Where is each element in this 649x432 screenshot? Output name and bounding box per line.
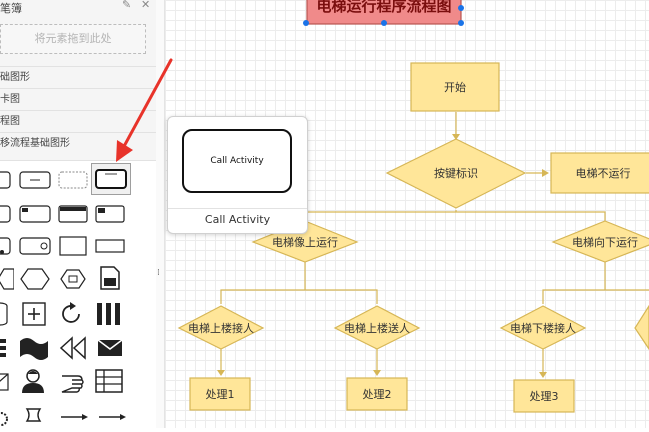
shape-wide-rectangle[interactable]	[94, 235, 126, 257]
shape-hexagon-partial[interactable]	[0, 267, 14, 291]
panel-resize-handle[interactable]: ⁞	[156, 0, 165, 428]
svg-text:电梯下楼接人: 电梯下楼接人	[510, 321, 576, 335]
node-down-pick[interactable]: 电梯下楼接人	[499, 305, 587, 350]
category-card-shapes[interactable]: 卡图	[0, 88, 156, 110]
preview-call-activity-shape: Call Activity	[182, 129, 292, 193]
node-partial-offscreen[interactable]	[634, 304, 649, 351]
shape-sequence-flow[interactable]	[96, 407, 128, 427]
category-basic-shapes[interactable]: 础图形	[0, 66, 156, 88]
envelope-icon[interactable]	[96, 337, 124, 359]
shape-parallel-gateway[interactable]	[20, 301, 48, 327]
svg-text:电梯像上运行: 电梯像上运行	[272, 236, 338, 249]
node-running-down[interactable]: 电梯向下运行	[551, 220, 649, 263]
close-icon[interactable]: ✕	[141, 0, 150, 11]
preview-caption: Call Activity	[204, 213, 271, 226]
selection-handle[interactable]	[381, 20, 387, 26]
shape-task-icon[interactable]	[94, 203, 126, 225]
selection-handle[interactable]	[303, 20, 309, 26]
shape-task[interactable]	[0, 169, 12, 191]
svg-text:电梯不运行: 电梯不运行	[576, 167, 631, 180]
shape-conversation[interactable]	[57, 267, 89, 291]
shape-lines-partial[interactable]	[0, 335, 10, 361]
shape-call-activity[interactable]	[91, 163, 131, 195]
node-process-3[interactable]: 处理3	[513, 379, 575, 413]
svg-text:按键标识: 按键标识	[434, 166, 478, 180]
diagram-title-box[interactable]: 电梯运行程序流程图	[303, 0, 464, 26]
shape-message-flow[interactable]	[58, 407, 90, 427]
diagram-title: 电梯运行程序流程图	[316, 0, 451, 15]
node-up-pick[interactable]: 电梯上楼接人	[177, 305, 265, 350]
svg-text:处理2: 处理2	[363, 388, 392, 401]
loop-icon[interactable]	[59, 301, 85, 327]
shape-hexagon[interactable]	[18, 267, 52, 291]
svg-text:电梯向下运行: 电梯向下运行	[572, 235, 638, 249]
node-process-2[interactable]: 处理2	[346, 377, 408, 411]
node-process-1[interactable]: 处理1	[189, 377, 251, 411]
scroll-icon[interactable]	[22, 405, 46, 428]
svg-text:处理3: 处理3	[530, 390, 559, 403]
node-start[interactable]: 开始	[410, 62, 500, 112]
node-key-identify[interactable]: 按键标识	[385, 138, 527, 209]
gear-icon[interactable]	[0, 405, 10, 428]
shape-loop-task[interactable]	[0, 235, 12, 257]
shape-multi-instance[interactable]	[94, 301, 124, 327]
shape-event-sub-task[interactable]	[0, 203, 12, 225]
category-flowchart[interactable]: 程图	[0, 110, 156, 132]
selection-handle[interactable]	[458, 5, 464, 11]
shape-envelope-partial[interactable]	[0, 369, 10, 395]
shape-task-collapsed[interactable]	[18, 235, 52, 257]
preview-divider	[168, 208, 307, 209]
table-icon[interactable]	[94, 368, 124, 394]
selection-handle[interactable]	[458, 20, 464, 26]
scratchpad-title: 笔簿	[0, 2, 22, 15]
shape-grid	[0, 160, 156, 428]
shape-task-header[interactable]	[57, 203, 89, 225]
svg-text:开始: 开始	[444, 80, 466, 94]
shape-rectangle[interactable]	[57, 235, 89, 257]
svg-text:处理1: 处理1	[206, 388, 235, 401]
manual-hand-icon[interactable]	[58, 369, 86, 395]
shape-subprocess[interactable]	[18, 169, 52, 191]
shape-signal-wave[interactable]	[18, 335, 50, 361]
scratchpad-header: 笔簿 ✎ ✕	[0, 0, 156, 18]
svg-text:电梯上楼送人: 电梯上楼送人	[344, 321, 410, 335]
user-icon[interactable]	[20, 367, 46, 395]
rewind-icon[interactable]	[58, 335, 88, 361]
edit-icon[interactable]: ✎	[122, 0, 131, 11]
shape-data-store-icon[interactable]	[98, 265, 122, 291]
shape-transaction[interactable]	[57, 169, 89, 191]
shape-task-with-marker[interactable]	[18, 203, 52, 225]
category-bpmn-basic[interactable]: 移流程基础图形	[0, 132, 156, 154]
shape-preview-tooltip: Call Activity Call Activity	[167, 116, 308, 234]
resize-grip-icon: ⁞	[157, 268, 160, 278]
scratchpad-drop-zone[interactable]: 将元素拖到此处	[0, 24, 146, 54]
node-not-running[interactable]: 电梯不运行	[550, 152, 649, 194]
shape-database[interactable]	[0, 301, 10, 327]
svg-text:电梯上楼接人: 电梯上楼接人	[188, 321, 254, 335]
shape-library-panel: 笔簿 ✎ ✕ 将元素拖到此处 础图形 卡图 程图 移流程基础图形	[0, 0, 157, 428]
node-up-send[interactable]: 电梯上楼送人	[333, 305, 421, 350]
